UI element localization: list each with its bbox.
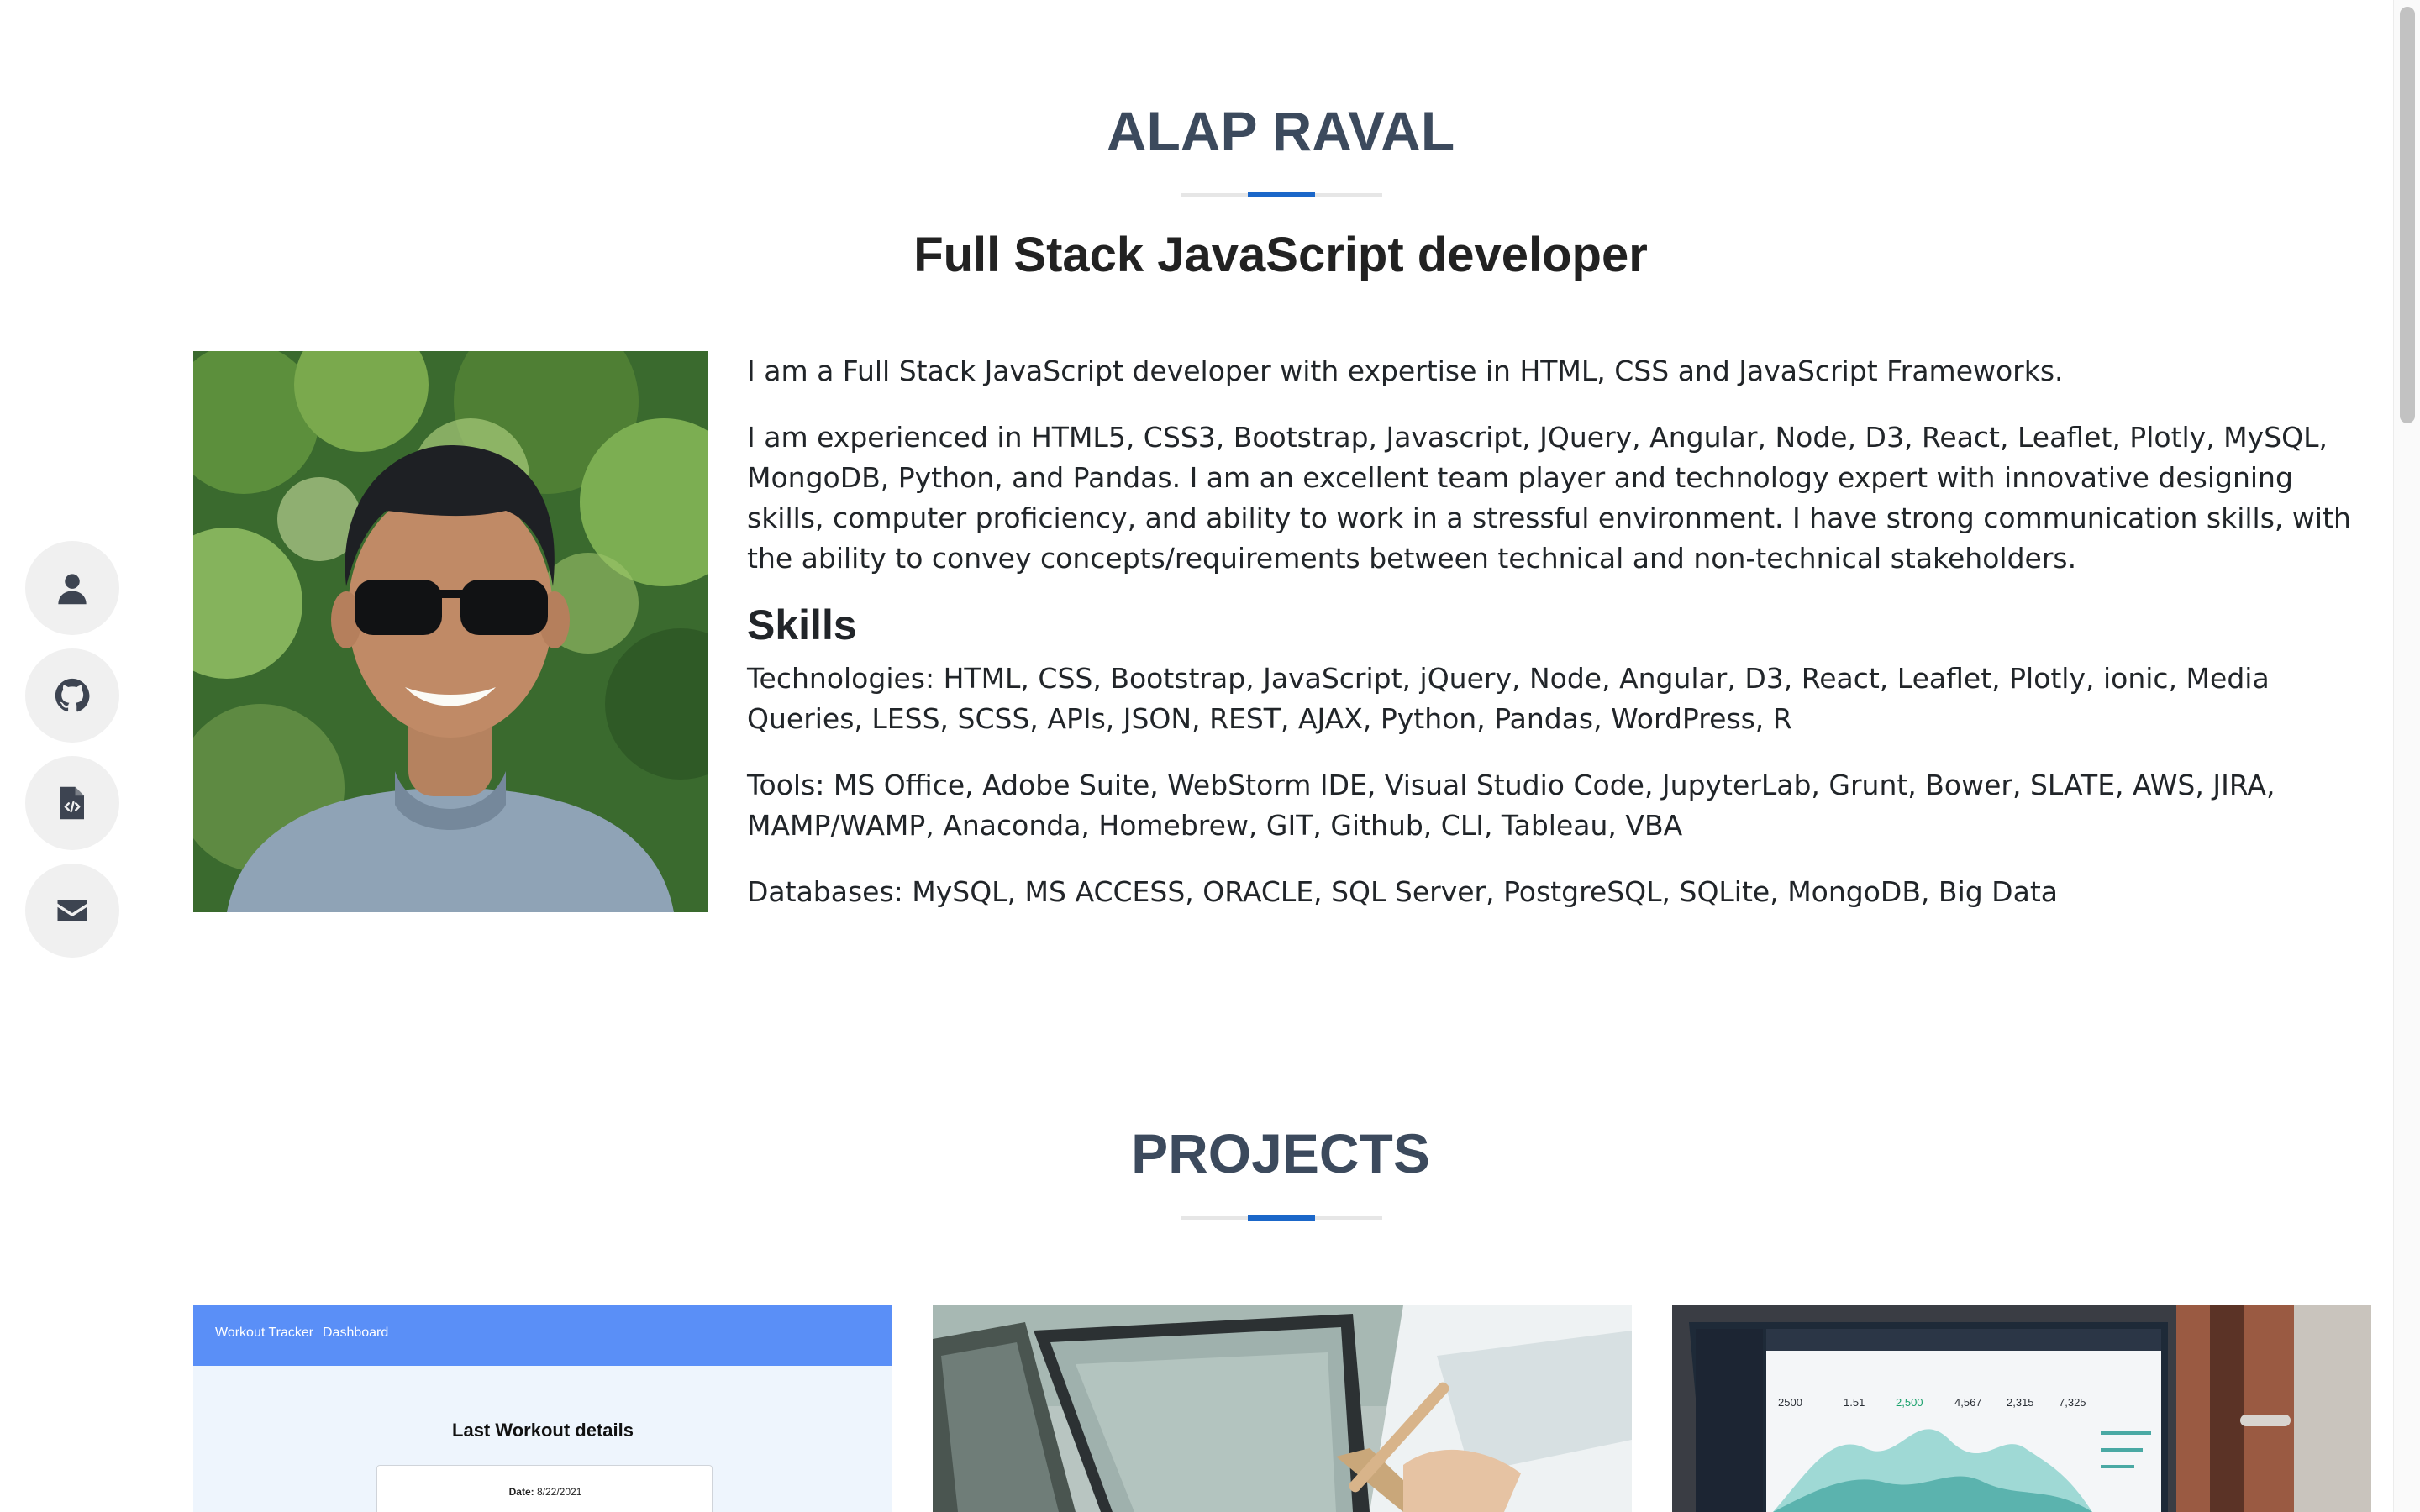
- workout-tracker-date-value: 8/22/2021: [536, 1486, 582, 1498]
- project-card-dashboard-photo[interactable]: 2500 1.51 2,500 4,567 2,315 7,325: [1672, 1305, 2371, 1512]
- dashboard-tile-6: 7,325: [2059, 1396, 2086, 1409]
- dashboard-tile-1: 2500: [1778, 1396, 1802, 1409]
- social-side-nav: [25, 541, 119, 971]
- vertical-scrollbar[interactable]: [2393, 0, 2420, 1512]
- dashboard-tile-5: 2,315: [2007, 1396, 2034, 1409]
- projects-divider-accent: [1248, 1215, 1315, 1221]
- page: ALAP RAVAL Full Stack JavaScript develop…: [0, 0, 2393, 1512]
- title-divider: [1181, 192, 1382, 197]
- workout-tracker-details-box: Date: 8/22/2021: [376, 1465, 713, 1512]
- workout-tracker-dashboard-link: Dashboard: [323, 1326, 389, 1340]
- project-card-workout-tracker[interactable]: Workout Tracker Dashboard Last Workout d…: [193, 1305, 892, 1512]
- dashboard-tile-4: 4,567: [1954, 1396, 1982, 1409]
- page-title: ALAP RAVAL: [1106, 100, 1455, 162]
- dashboard-photo-illustration: 2500 1.51 2,500 4,567 2,315 7,325: [1672, 1305, 2371, 1512]
- page-subtitle: Full Stack JavaScript developer: [913, 228, 1648, 282]
- resume-file-icon: [60, 786, 84, 820]
- profile-portrait-illustration: [193, 351, 708, 912]
- projects-divider: [1181, 1215, 1382, 1221]
- dashboard-tile-3: 2,500: [1896, 1396, 1923, 1409]
- skills-technologies: Technologies: HTML, CSS, Bootstrap, Java…: [747, 662, 2270, 735]
- workout-tracker-date: Date: 8/22/2021: [377, 1486, 713, 1498]
- skills-heading: Skills: [747, 601, 857, 648]
- dashboard-tile-2: 1.51: [1844, 1396, 1865, 1409]
- workout-tracker-brand: Workout Tracker: [215, 1326, 314, 1340]
- scrollbar-thumb[interactable]: [2400, 7, 2415, 423]
- projects-title: PROJECTS: [1131, 1122, 1430, 1184]
- workout-tracker-navbar: Workout Tracker Dashboard: [193, 1305, 892, 1366]
- about-experience: I am experienced in HTML5, CSS3, Bootstr…: [747, 421, 2351, 575]
- title-divider-accent: [1248, 192, 1315, 197]
- skills-databases: Databases: MySQL, MS ACCESS, ORACLE, SQL…: [747, 875, 2058, 908]
- workout-tracker-heading: Last Workout details: [452, 1420, 634, 1441]
- workout-tracker-date-label: Date:: [508, 1486, 534, 1498]
- resume-button[interactable]: [25, 756, 119, 850]
- envelope-icon: [57, 900, 87, 921]
- user-icon: [58, 574, 87, 605]
- github-button[interactable]: [25, 648, 119, 743]
- skills-tools: Tools: MS Office, Adobe Suite, WebStorm …: [747, 769, 2275, 842]
- email-button[interactable]: [25, 864, 119, 958]
- github-icon: [55, 678, 90, 712]
- about-intro: I am a Full Stack JavaScript developer w…: [747, 354, 2064, 387]
- project-card-laptop-photo[interactable]: [933, 1305, 1632, 1512]
- about-button[interactable]: [25, 541, 119, 635]
- profile-photo: [193, 351, 708, 912]
- laptop-photo-illustration: [933, 1305, 1632, 1512]
- about-section: I am a Full Stack JavaScript developer w…: [747, 351, 2360, 938]
